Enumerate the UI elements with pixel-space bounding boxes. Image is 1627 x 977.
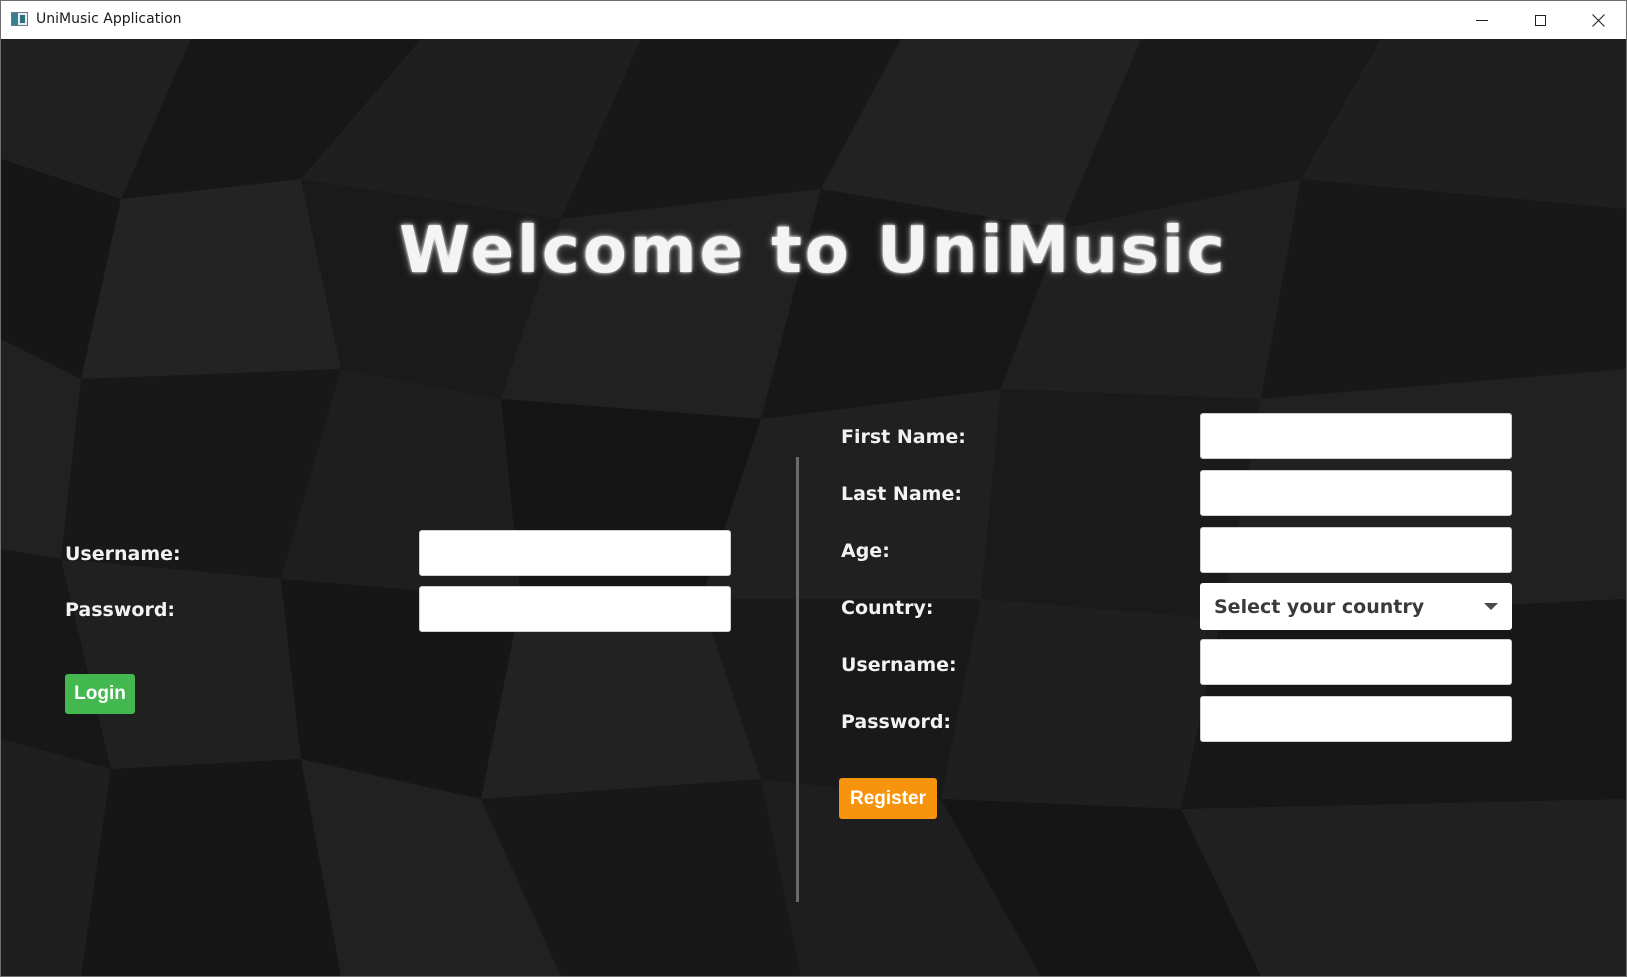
app-window: UniMusic Application Welcome to UniMusic… [0,0,1627,977]
register-password-input[interactable] [1200,696,1512,742]
form-divider [796,457,799,902]
login-password-input[interactable] [419,586,731,632]
minimize-button[interactable] [1453,1,1511,39]
title-bar[interactable]: UniMusic Application [1,1,1626,39]
register-age-input[interactable] [1200,527,1512,573]
register-button[interactable]: Register [839,778,937,819]
register-last-name-input[interactable] [1200,470,1512,516]
main-content: Welcome to UniMusic Username: Password: … [1,39,1626,976]
login-username-label: Username: [65,543,181,565]
register-first-name-input[interactable] [1200,413,1512,459]
register-country-label: Country: [841,597,934,619]
login-button[interactable]: Login [65,674,135,714]
app-window-icon [11,12,28,26]
close-icon [1591,13,1605,27]
country-select-value: Select your country [1214,596,1425,618]
register-password-label: Password: [841,711,952,733]
chevron-down-icon [1484,603,1498,610]
window-title: UniMusic Application [36,11,182,27]
register-first-name-label: First Name: [841,426,966,448]
minimize-icon [1476,19,1488,21]
register-username-label: Username: [841,654,957,676]
login-password-label: Password: [65,599,176,621]
register-age-label: Age: [841,540,890,562]
welcome-title: Welcome to UniMusic [399,213,1228,288]
register-last-name-label: Last Name: [841,483,962,505]
register-username-input[interactable] [1200,639,1512,685]
maximize-icon [1534,14,1546,26]
maximize-button[interactable] [1511,1,1569,39]
register-country-select[interactable]: Select your country [1200,583,1512,630]
login-username-input[interactable] [419,530,731,576]
close-button[interactable] [1569,1,1626,39]
